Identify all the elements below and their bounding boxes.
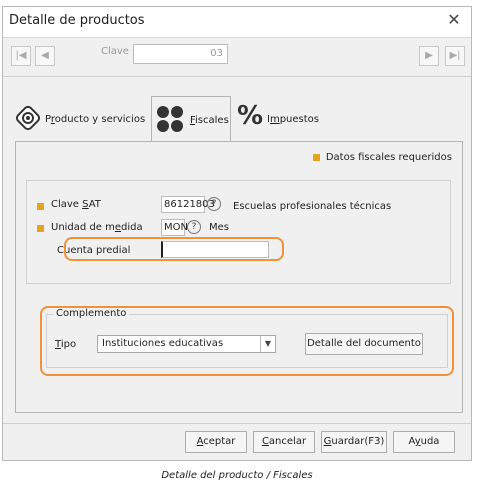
tab-label-impuestos: Impuestos xyxy=(267,114,319,125)
title-bar: Detalle de productos ✕ xyxy=(3,7,471,38)
ayuda-button[interactable]: Ayuda xyxy=(393,431,455,453)
app-frame: Detalle de productos ✕ |◀ ◀ Clave 03 ▶ ▶… xyxy=(0,0,474,462)
chevron-down-icon[interactable]: ▼ xyxy=(260,336,275,352)
required-marker xyxy=(37,203,44,210)
guardar-button[interactable]: Guardar(F3) xyxy=(321,431,387,453)
tab-label-fiscales: Fiscales xyxy=(190,115,229,126)
clave-input[interactable]: 03 xyxy=(133,44,228,64)
tab-impuestos[interactable]: % Impuestos xyxy=(233,97,323,141)
gear-cart-icon xyxy=(15,105,41,131)
tab-fiscales[interactable]: Fiscales xyxy=(151,96,231,142)
figure-caption: Detalle del producto / Fiscales xyxy=(161,470,313,481)
dialog-window: Detalle de productos ✕ |◀ ◀ Clave 03 ▶ ▶… xyxy=(2,6,472,461)
navigation-bar: |◀ ◀ Clave 03 ▶ ▶| xyxy=(3,38,471,77)
detalle-documento-button[interactable]: Detalle del documento xyxy=(305,333,423,355)
previous-record-icon[interactable]: ◀ xyxy=(35,46,55,66)
clave-sat-input[interactable]: 86121803 xyxy=(161,196,215,213)
tipo-label: Tipo xyxy=(55,339,77,350)
complemento-group: Complemento Tipo Instituciones educativa… xyxy=(46,308,448,368)
tab-label-producto: Producto y servicios xyxy=(45,114,146,125)
first-record-icon[interactable]: |◀ xyxy=(11,46,31,66)
fiscal-fields-group: Clave SAT 86121803 ? Escuelas profesiona… xyxy=(26,180,451,284)
cancelar-button[interactable]: Cancelar xyxy=(253,431,315,453)
aceptar-button[interactable]: Aceptar xyxy=(185,431,247,453)
clave-sat-description: Escuelas profesionales técnicas xyxy=(233,201,392,212)
required-marker xyxy=(312,153,320,161)
clave-label: Clave xyxy=(101,46,129,57)
footer-separator xyxy=(3,423,471,424)
window-title: Detalle de productos xyxy=(9,13,145,28)
unidad-medida-input[interactable]: MON xyxy=(161,219,188,236)
tab-producto-servicios[interactable]: Producto y servicios xyxy=(13,97,153,141)
tab-strip: Producto y servicios Fiscales % Impuesto… xyxy=(3,96,471,142)
required-marker xyxy=(37,225,44,232)
unidad-medida-label: Unidad de medida xyxy=(51,222,143,233)
last-record-icon[interactable]: ▶| xyxy=(445,46,465,66)
help-icon[interactable]: ? xyxy=(187,220,201,234)
complemento-legend: Complemento xyxy=(53,308,130,319)
clave-sat-label: Clave SAT xyxy=(51,199,101,210)
unidad-medida-description: Mes xyxy=(209,222,229,233)
required-note: Datos fiscales requeridos xyxy=(312,152,452,163)
dots-icon xyxy=(157,106,183,132)
tipo-select[interactable]: Instituciones educativas ▼ xyxy=(97,335,276,353)
fiscales-panel: Datos fiscales requeridos Clave SAT 8612… xyxy=(15,141,463,413)
close-icon[interactable]: ✕ xyxy=(445,11,463,29)
next-record-icon[interactable]: ▶ xyxy=(419,46,439,66)
help-icon[interactable]: ? xyxy=(207,197,221,211)
percent-icon: % xyxy=(237,101,264,131)
cuenta-predial-highlight xyxy=(64,237,284,261)
